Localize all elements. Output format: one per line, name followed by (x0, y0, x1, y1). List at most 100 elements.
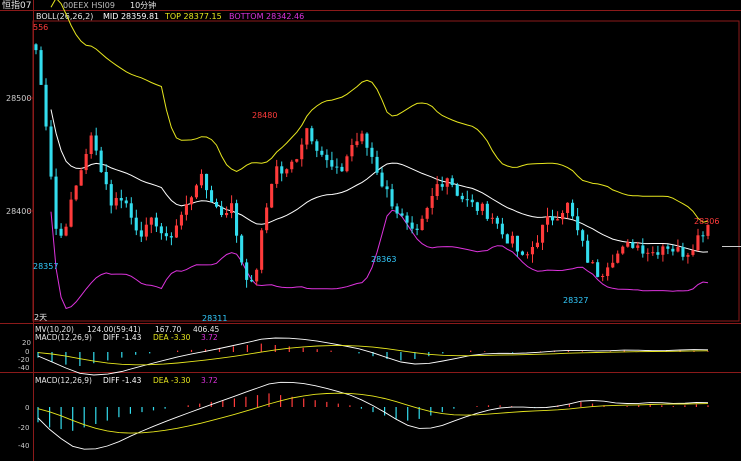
candle-body (305, 128, 309, 145)
candle-body (184, 204, 188, 215)
candle-body (39, 50, 43, 85)
candle-body (435, 184, 439, 196)
candle-body (345, 156, 349, 172)
candle-body (194, 185, 198, 198)
candle-body (646, 252, 650, 254)
sub1-y-tick-20: 20 (22, 339, 31, 347)
candle-body (159, 226, 163, 234)
macd2-value: 3.72 (201, 376, 218, 385)
annotation-28306: 28306 (694, 217, 719, 226)
candle-body (215, 202, 219, 207)
candle-body (651, 252, 655, 254)
candle-body (561, 213, 565, 220)
annotation-28311: 28311 (202, 314, 227, 323)
candle-body (510, 235, 514, 244)
timeframe-label[interactable]: 10分钟 (130, 0, 156, 10)
candle-body (601, 276, 605, 277)
sub-panel-1-macd (37, 337, 709, 376)
candle-body (380, 172, 384, 187)
annotation-28480: 28480 (252, 111, 277, 120)
candle-body (139, 230, 143, 237)
candle-body (425, 208, 429, 219)
candle-body (94, 135, 98, 151)
candle-body (260, 230, 264, 270)
candle-body (320, 150, 324, 155)
candle-body (265, 207, 269, 231)
candle-body (220, 206, 224, 215)
candle-body (696, 235, 700, 251)
candle-body (621, 246, 625, 254)
candle-body (420, 218, 424, 230)
boll-mid-line (50, 109, 709, 253)
candle-body (79, 170, 83, 186)
candle-body (666, 246, 670, 249)
candle-body (480, 203, 484, 211)
candle-body (616, 253, 620, 263)
candle-body (199, 173, 203, 186)
macd1-label: MACD(12,26,9) (35, 333, 92, 342)
candle-body (400, 213, 404, 216)
candle-body (475, 202, 479, 211)
candle-body (315, 141, 319, 151)
candle-body (541, 224, 545, 243)
day-marker: 2天 (34, 313, 47, 322)
candle-body (375, 156, 379, 173)
sub1-y-tick-m20: -20 (18, 356, 29, 364)
candle-body (460, 195, 464, 200)
candle-body (500, 223, 504, 235)
candle-body (129, 203, 133, 218)
boll-top-line (50, 0, 709, 223)
macd2-label: MACD(12,26,9) (35, 376, 92, 385)
macd2-diff: DIFF -1.43 (103, 376, 142, 385)
candle-body (485, 203, 489, 219)
sub-panel-2-macd (37, 381, 709, 450)
candle-body (34, 44, 38, 51)
candle-body (310, 128, 314, 142)
candle-body (44, 84, 48, 127)
candle-body (119, 198, 123, 201)
candle-body (89, 135, 93, 154)
candle-body (430, 196, 434, 208)
macd1-diff: DIFF -1.43 (103, 333, 142, 342)
symbol-title: 恒指07 (2, 0, 31, 11)
boll-mid-value: MID 28359.81 (103, 12, 159, 21)
annotation-28363: 28363 (371, 255, 396, 264)
candle-body (661, 246, 665, 255)
candle-body (681, 247, 685, 257)
candle-body (606, 267, 610, 276)
macd2-dea: DEA -3.30 (153, 376, 191, 385)
candle-body (360, 133, 364, 142)
candle-body (210, 190, 214, 202)
candle-body (69, 199, 73, 227)
candle-body (591, 262, 595, 264)
candle-body (551, 216, 555, 221)
candle-body (104, 172, 108, 185)
secondary-symbol: 00EEX HSI09 (63, 1, 115, 10)
candle-body (275, 166, 279, 184)
candle-body (445, 178, 449, 187)
candle-body (335, 166, 339, 168)
candle-body (350, 145, 354, 157)
candle-body (656, 252, 660, 255)
boll-bottom-value: BOTTOM 28342.46 (229, 12, 304, 21)
boll-top-value: TOP 28377.15 (164, 12, 222, 21)
candles (34, 43, 710, 288)
candle-body (520, 251, 524, 255)
candle-body (365, 133, 369, 148)
candle-body (295, 159, 299, 162)
candle-body (495, 217, 499, 224)
candle-body (49, 126, 53, 177)
candle-body (691, 250, 695, 255)
candle-body (124, 200, 128, 204)
candle-body (686, 254, 690, 257)
candle-body (225, 213, 229, 216)
candle-body (581, 230, 585, 241)
candle-body (340, 166, 344, 172)
candle-body (701, 235, 705, 237)
candle-body (470, 199, 474, 203)
macd2-diff-line (37, 381, 709, 450)
candle-body (556, 219, 560, 221)
candle-body (530, 247, 534, 255)
candle-body (641, 245, 645, 254)
candle-body (566, 202, 570, 213)
